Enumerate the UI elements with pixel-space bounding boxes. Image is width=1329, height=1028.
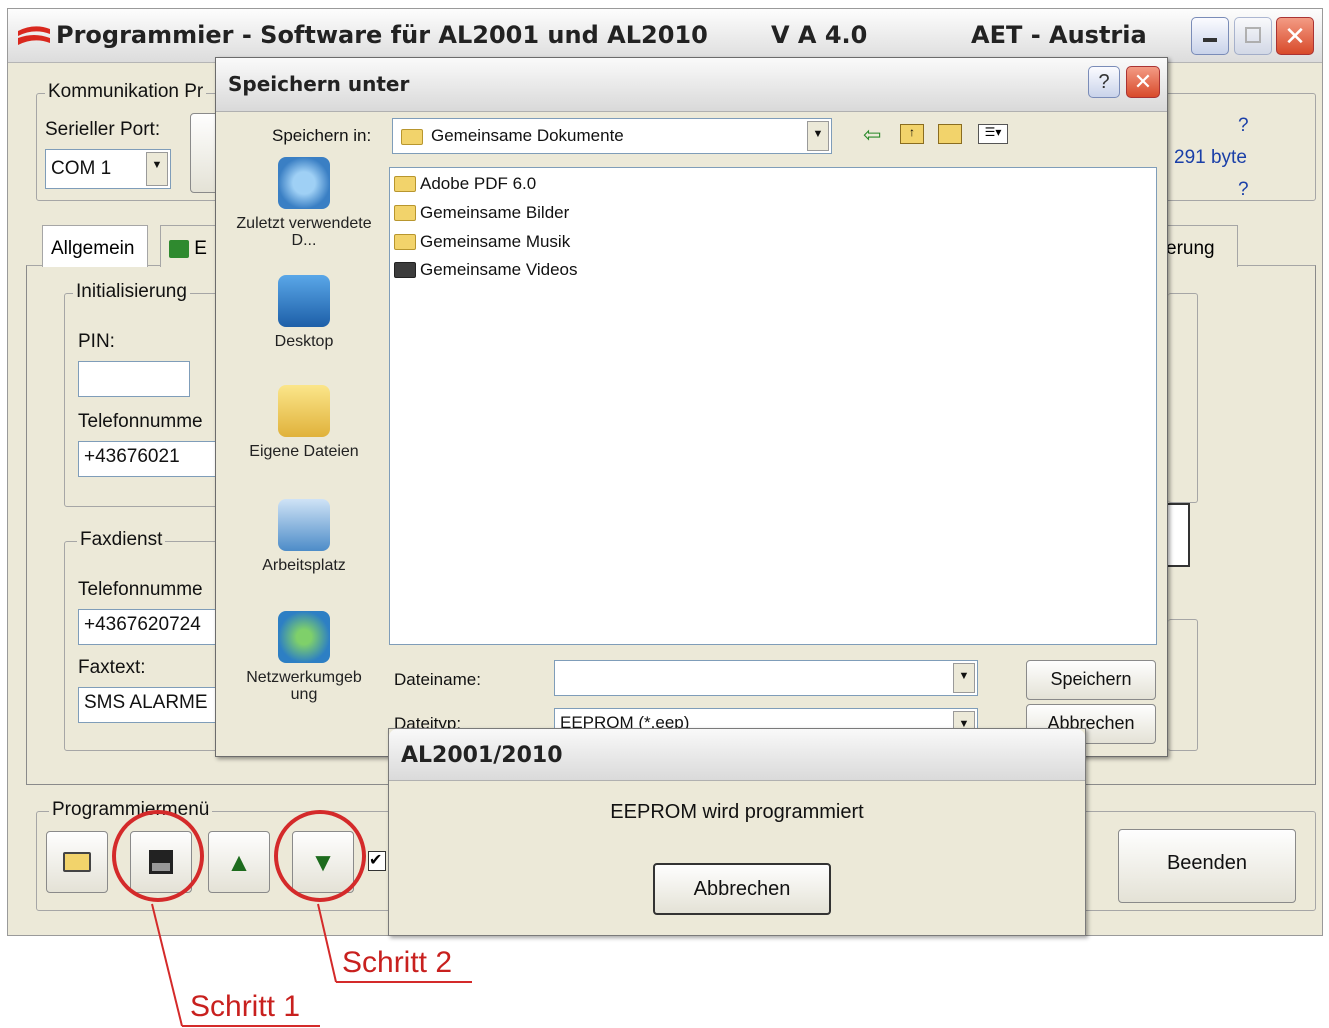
annotation-lines xyxy=(151,903,472,1027)
step1-label: Schritt 1 xyxy=(190,990,301,1023)
step2-label: Schritt 2 xyxy=(342,946,453,979)
